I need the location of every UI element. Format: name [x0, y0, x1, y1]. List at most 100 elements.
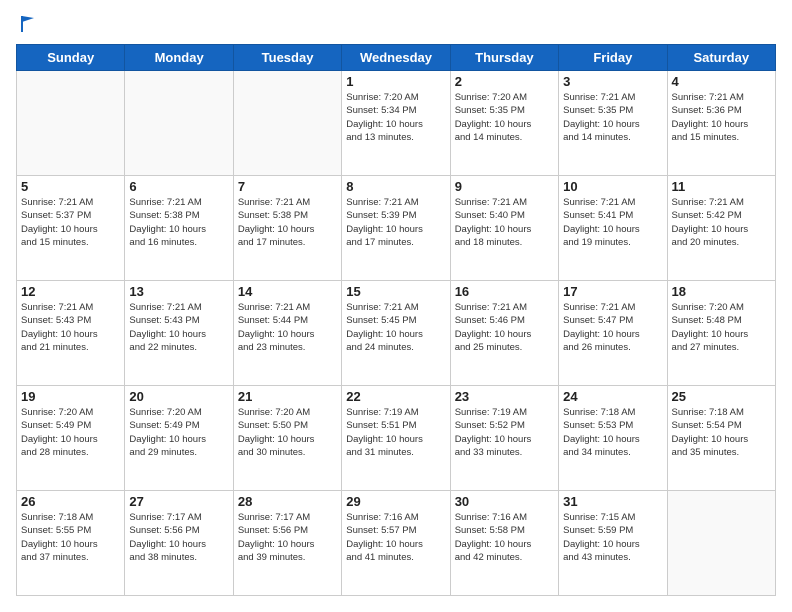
logo [16, 16, 36, 34]
day-number: 17 [563, 284, 662, 299]
day-cell-9: 9 Sunrise: 7:21 AM Sunset: 5:40 PM Daylig… [450, 176, 558, 281]
day-cell-5: 5 Sunrise: 7:21 AM Sunset: 5:37 PM Daylig… [17, 176, 125, 281]
day-info: Sunrise: 7:21 AM Sunset: 5:38 PM Dayligh… [129, 196, 228, 249]
day-number: 5 [21, 179, 120, 194]
empty-cell [17, 71, 125, 176]
day-number: 18 [672, 284, 771, 299]
day-number: 16 [455, 284, 554, 299]
day-cell-3: 3 Sunrise: 7:21 AM Sunset: 5:35 PM Daylig… [559, 71, 667, 176]
day-info: Sunrise: 7:21 AM Sunset: 5:47 PM Dayligh… [563, 301, 662, 354]
logo-flag-icon [18, 14, 36, 34]
day-info: Sunrise: 7:18 AM Sunset: 5:54 PM Dayligh… [672, 406, 771, 459]
day-cell-20: 20 Sunrise: 7:20 AM Sunset: 5:49 PM Dayli… [125, 386, 233, 491]
day-cell-16: 16 Sunrise: 7:21 AM Sunset: 5:46 PM Dayli… [450, 281, 558, 386]
week-row-3: 12 Sunrise: 7:21 AM Sunset: 5:43 PM Dayli… [17, 281, 776, 386]
day-cell-10: 10 Sunrise: 7:21 AM Sunset: 5:41 PM Dayli… [559, 176, 667, 281]
day-number: 28 [238, 494, 337, 509]
day-number: 2 [455, 74, 554, 89]
day-info: Sunrise: 7:15 AM Sunset: 5:59 PM Dayligh… [563, 511, 662, 564]
day-number: 24 [563, 389, 662, 404]
day-number: 27 [129, 494, 228, 509]
day-number: 22 [346, 389, 445, 404]
day-number: 26 [21, 494, 120, 509]
day-cell-30: 30Sunrise: 7:16 AM Sunset: 5:58 PM Dayli… [450, 491, 558, 596]
day-info: Sunrise: 7:18 AM Sunset: 5:53 PM Dayligh… [563, 406, 662, 459]
day-number: 7 [238, 179, 337, 194]
empty-cell [233, 71, 341, 176]
day-cell-31: 31 Sunrise: 7:15 AM Sunset: 5:59 PM Dayli… [559, 491, 667, 596]
day-info: Sunrise: 7:17 AM Sunset: 5:56 PM Dayligh… [129, 511, 228, 564]
day-cell-11: 11 Sunrise: 7:21 AM Sunset: 5:42 PM Dayli… [667, 176, 775, 281]
day-number: 19 [21, 389, 120, 404]
day-info: Sunrise: 7:16 AM Sunset: 5:57 PM Dayligh… [346, 511, 445, 564]
day-cell-21: 21Sunrise: 7:20 AM Sunset: 5:50 PM Dayli… [233, 386, 341, 491]
empty-cell [667, 491, 775, 596]
week-row-5: 26Sunrise: 7:18 AM Sunset: 5:55 PM Dayli… [17, 491, 776, 596]
day-info: Sunrise: 7:21 AM Sunset: 5:42 PM Dayligh… [672, 196, 771, 249]
day-cell-12: 12 Sunrise: 7:21 AM Sunset: 5:43 PM Dayli… [17, 281, 125, 386]
day-header-tuesday: Tuesday [233, 45, 341, 71]
day-number: 8 [346, 179, 445, 194]
day-number: 30 [455, 494, 554, 509]
day-cell-6: 6 Sunrise: 7:21 AM Sunset: 5:38 PM Daylig… [125, 176, 233, 281]
day-info: Sunrise: 7:20 AM Sunset: 5:35 PM Dayligh… [455, 91, 554, 144]
day-number: 13 [129, 284, 228, 299]
week-row-4: 19 Sunrise: 7:20 AM Sunset: 5:49 PM Dayli… [17, 386, 776, 491]
week-row-2: 5 Sunrise: 7:21 AM Sunset: 5:37 PM Daylig… [17, 176, 776, 281]
header [16, 16, 776, 34]
day-info: Sunrise: 7:21 AM Sunset: 5:43 PM Dayligh… [129, 301, 228, 354]
day-info: Sunrise: 7:21 AM Sunset: 5:43 PM Dayligh… [21, 301, 120, 354]
day-info: Sunrise: 7:21 AM Sunset: 5:46 PM Dayligh… [455, 301, 554, 354]
page: SundayMondayTuesdayWednesdayThursdayFrid… [0, 0, 792, 612]
day-cell-13: 13 Sunrise: 7:21 AM Sunset: 5:43 PM Dayli… [125, 281, 233, 386]
day-info: Sunrise: 7:17 AM Sunset: 5:56 PM Dayligh… [238, 511, 337, 564]
day-info: Sunrise: 7:19 AM Sunset: 5:51 PM Dayligh… [346, 406, 445, 459]
day-number: 29 [346, 494, 445, 509]
day-info: Sunrise: 7:20 AM Sunset: 5:49 PM Dayligh… [21, 406, 120, 459]
day-cell-7: 7 Sunrise: 7:21 AM Sunset: 5:38 PM Daylig… [233, 176, 341, 281]
day-cell-15: 15 Sunrise: 7:21 AM Sunset: 5:45 PM Dayli… [342, 281, 450, 386]
day-info: Sunrise: 7:21 AM Sunset: 5:35 PM Dayligh… [563, 91, 662, 144]
day-header-sunday: Sunday [17, 45, 125, 71]
day-cell-4: 4 Sunrise: 7:21 AM Sunset: 5:36 PM Daylig… [667, 71, 775, 176]
day-cell-8: 8Sunrise: 7:21 AM Sunset: 5:39 PM Daylig… [342, 176, 450, 281]
day-info: Sunrise: 7:21 AM Sunset: 5:37 PM Dayligh… [21, 196, 120, 249]
day-number: 15 [346, 284, 445, 299]
day-number: 31 [563, 494, 662, 509]
day-cell-19: 19 Sunrise: 7:20 AM Sunset: 5:49 PM Dayli… [17, 386, 125, 491]
calendar-header-row: SundayMondayTuesdayWednesdayThursdayFrid… [17, 45, 776, 71]
day-cell-26: 26Sunrise: 7:18 AM Sunset: 5:55 PM Dayli… [17, 491, 125, 596]
day-cell-24: 24 Sunrise: 7:18 AM Sunset: 5:53 PM Dayli… [559, 386, 667, 491]
day-number: 11 [672, 179, 771, 194]
day-number: 25 [672, 389, 771, 404]
day-cell-27: 27 Sunrise: 7:17 AM Sunset: 5:56 PM Dayli… [125, 491, 233, 596]
day-number: 23 [455, 389, 554, 404]
day-info: Sunrise: 7:21 AM Sunset: 5:36 PM Dayligh… [672, 91, 771, 144]
day-info: Sunrise: 7:21 AM Sunset: 5:45 PM Dayligh… [346, 301, 445, 354]
day-cell-25: 25 Sunrise: 7:18 AM Sunset: 5:54 PM Dayli… [667, 386, 775, 491]
day-info: Sunrise: 7:21 AM Sunset: 5:40 PM Dayligh… [455, 196, 554, 249]
day-header-thursday: Thursday [450, 45, 558, 71]
day-number: 6 [129, 179, 228, 194]
day-info: Sunrise: 7:21 AM Sunset: 5:38 PM Dayligh… [238, 196, 337, 249]
day-header-saturday: Saturday [667, 45, 775, 71]
day-number: 9 [455, 179, 554, 194]
day-number: 10 [563, 179, 662, 194]
day-header-monday: Monday [125, 45, 233, 71]
day-info: Sunrise: 7:19 AM Sunset: 5:52 PM Dayligh… [455, 406, 554, 459]
day-cell-18: 18 Sunrise: 7:20 AM Sunset: 5:48 PM Dayli… [667, 281, 775, 386]
day-cell-14: 14Sunrise: 7:21 AM Sunset: 5:44 PM Dayli… [233, 281, 341, 386]
day-info: Sunrise: 7:20 AM Sunset: 5:49 PM Dayligh… [129, 406, 228, 459]
day-info: Sunrise: 7:21 AM Sunset: 5:41 PM Dayligh… [563, 196, 662, 249]
day-cell-17: 17 Sunrise: 7:21 AM Sunset: 5:47 PM Dayli… [559, 281, 667, 386]
day-info: Sunrise: 7:20 AM Sunset: 5:34 PM Dayligh… [346, 91, 445, 144]
day-info: Sunrise: 7:21 AM Sunset: 5:44 PM Dayligh… [238, 301, 337, 354]
day-cell-29: 29 Sunrise: 7:16 AM Sunset: 5:57 PM Dayli… [342, 491, 450, 596]
day-number: 4 [672, 74, 771, 89]
day-number: 3 [563, 74, 662, 89]
day-info: Sunrise: 7:20 AM Sunset: 5:48 PM Dayligh… [672, 301, 771, 354]
day-number: 12 [21, 284, 120, 299]
day-cell-2: 2 Sunrise: 7:20 AM Sunset: 5:35 PM Daylig… [450, 71, 558, 176]
day-number: 20 [129, 389, 228, 404]
day-cell-22: 22 Sunrise: 7:19 AM Sunset: 5:51 PM Dayli… [342, 386, 450, 491]
